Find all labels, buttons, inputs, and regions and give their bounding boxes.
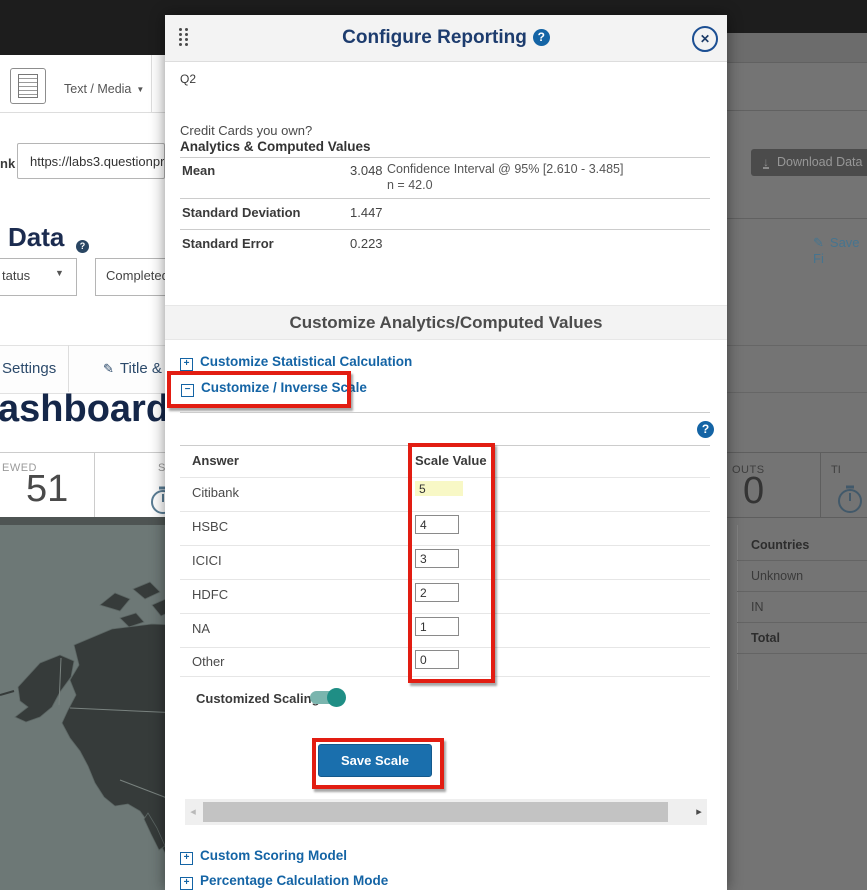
download-data-button[interactable]: ↓Download Data <box>751 149 867 176</box>
configure-reporting-dialog: Configure Reporting? ✕ Q2 Credit Cards y… <box>165 15 727 890</box>
data-page-title: Data <box>8 222 64 253</box>
countries-total-label: Total <box>751 631 780 645</box>
tabs-divider <box>68 345 69 392</box>
link-label: nk <box>0 156 15 171</box>
scale-input-icici[interactable] <box>415 549 459 568</box>
scale-input-hsbc[interactable] <box>415 515 459 534</box>
std-deviation-label: Standard Deviation <box>182 205 300 220</box>
mean-value: 3.048 <box>350 163 383 178</box>
save-scale-values-button[interactable]: Save Scale Values <box>318 744 432 777</box>
scale-input-other[interactable] <box>415 650 459 669</box>
stats-divider <box>94 452 95 517</box>
customize-statistical-link[interactable]: +Customize Statistical Calculation <box>180 354 412 371</box>
edit-icon: ✎ <box>813 235 824 250</box>
dropouts-stat-value: 0 <box>743 470 764 513</box>
data-help-icon[interactable]: ? <box>76 240 89 253</box>
expand-plus-icon: + <box>180 852 193 865</box>
screen: Text / Media▼ nk Data ? tatus ▼ Complete… <box>0 0 867 890</box>
scroll-left-arrow-icon[interactable]: ◂ <box>185 799 201 825</box>
answer-hsbc: HSBC <box>192 519 228 534</box>
viewed-stat-value: 51 <box>26 468 68 511</box>
std-error-label: Standard Error <box>182 236 274 251</box>
help-icon[interactable]: ? <box>533 29 550 46</box>
expand-plus-icon: + <box>180 358 193 371</box>
dimmed-strip <box>727 33 867 62</box>
download-icon: ↓ <box>763 157 769 169</box>
std-error-value: 0.223 <box>350 236 383 251</box>
expand-plus-icon: + <box>180 877 193 890</box>
country-row-in: IN <box>751 600 764 614</box>
close-icon[interactable]: ✕ <box>692 26 718 52</box>
answer-citibank: Citibank <box>192 485 239 500</box>
country-row-unknown: Unknown <box>751 569 803 583</box>
analytics-section-title: Analytics & Computed Values <box>180 139 371 154</box>
chevron-down-icon: ▼ <box>136 85 144 94</box>
tab-title-layout[interactable]: ✎Title & L <box>103 360 174 377</box>
custom-scoring-model-link[interactable]: +Custom Scoring Model <box>180 848 347 865</box>
toggle-knob <box>327 688 346 707</box>
scale-input-na[interactable] <box>415 617 459 636</box>
time-stat-label: TI <box>831 464 841 476</box>
toolbar-divider <box>151 55 152 112</box>
mean-label: Mean <box>182 163 215 178</box>
horizontal-scrollbar[interactable]: ◂ ▸ <box>185 799 707 825</box>
scale-input-hdfc[interactable] <box>415 583 459 602</box>
edit-icon: ✎ <box>103 361 114 376</box>
clock-icon <box>835 483 865 515</box>
text-media-dropdown[interactable]: Text / Media▼ <box>64 82 144 96</box>
survey-url-input[interactable] <box>17 143 165 179</box>
completed-dropdown-label: Completed <box>106 268 169 283</box>
collapse-minus-icon: − <box>181 384 194 397</box>
dimmed-right-panel: ↓Download Data ✎Save Fi OUTS 0 TI Countr… <box>727 33 867 890</box>
question-code: Q2 <box>180 72 196 86</box>
mean-confidence-note: Confidence Interval @ 95% [2.610 - 3.485… <box>387 161 623 193</box>
std-deviation-value: 1.447 <box>350 205 383 220</box>
scroll-right-arrow-icon[interactable]: ▸ <box>691 799 707 825</box>
percentage-calculation-mode-link[interactable]: +Percentage Calculation Mode <box>180 873 388 890</box>
answer-column-header: Answer <box>192 453 239 468</box>
status-dropdown-label: tatus <box>2 268 30 283</box>
scale-value-column-header: Scale Value <box>415 453 487 468</box>
dialog-title: Configure Reporting? <box>165 27 727 49</box>
countries-header: Countries <box>751 538 809 552</box>
question-text: Credit Cards you own? <box>180 123 312 138</box>
answer-other: Other <box>192 654 225 669</box>
save-file-link[interactable]: ✎Save Fi <box>813 235 867 266</box>
customize-band-title: Customize Analytics/Computed Values <box>165 305 727 340</box>
text-media-icon[interactable] <box>10 68 46 104</box>
answer-hdfc: HDFC <box>192 587 228 602</box>
tab-settings[interactable]: Settings <box>2 360 56 377</box>
scale-help-icon[interactable]: ? <box>697 421 714 438</box>
customize-inverse-scale-link[interactable]: −Customize / Inverse Scale <box>181 380 367 397</box>
answer-na: NA <box>192 621 210 636</box>
answer-icici: ICICI <box>192 553 222 568</box>
customized-scaling-toggle[interactable] <box>310 691 344 704</box>
dashboard-heading: ashboard <box>0 388 169 431</box>
chevron-down-icon: ▼ <box>55 268 64 278</box>
scrollbar-thumb[interactable] <box>203 802 668 822</box>
scale-input-citibank[interactable] <box>415 481 463 496</box>
customized-scaling-label: Customized Scaling <box>196 691 320 706</box>
